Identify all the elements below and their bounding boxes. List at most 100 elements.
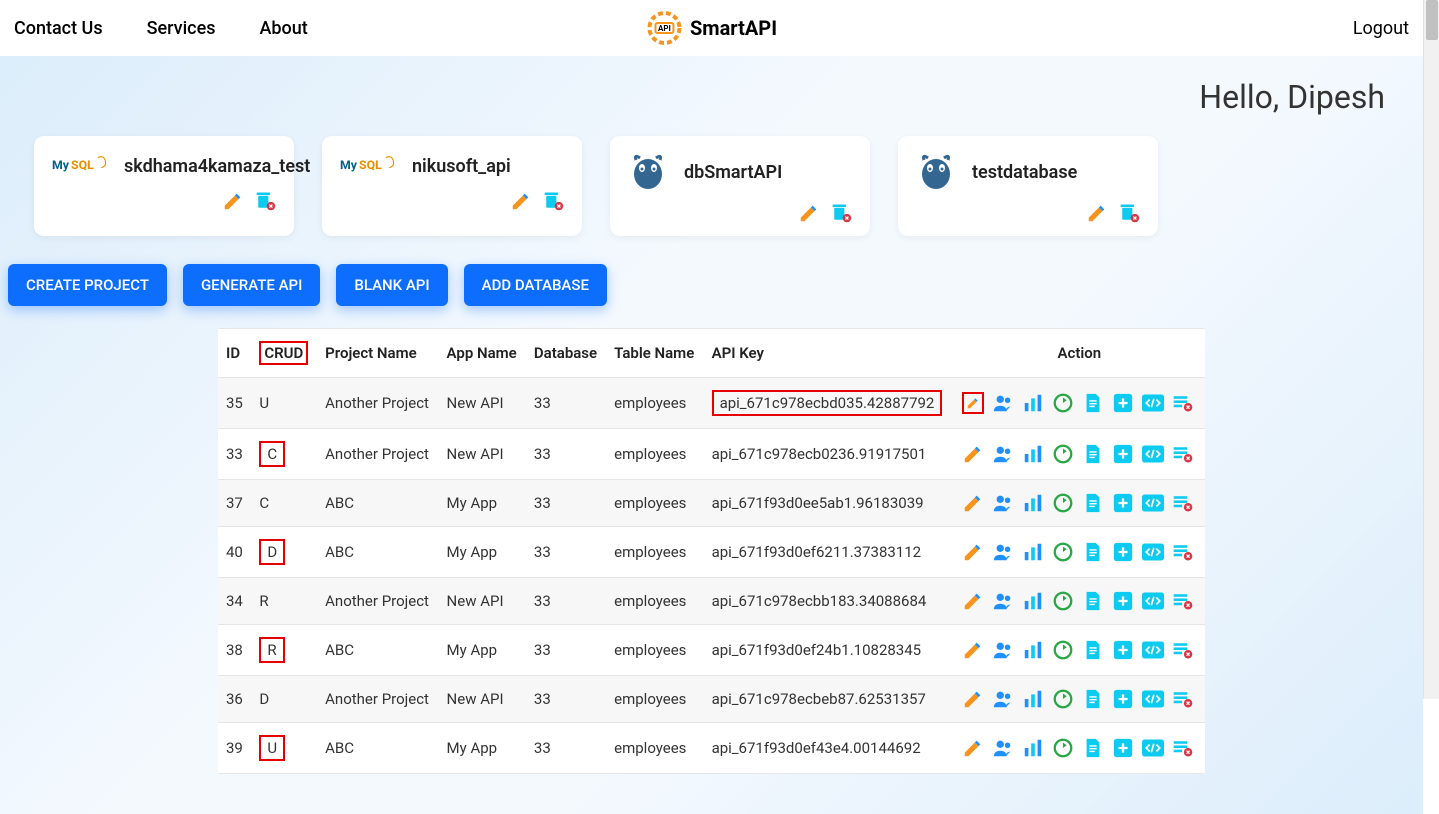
cell-project: Another Project [317, 378, 438, 429]
refresh-icon[interactable] [1052, 443, 1074, 465]
scrollbar-thumb[interactable] [1426, 0, 1438, 40]
database-card[interactable]: dbSmartAPI [610, 136, 870, 236]
delete-row-icon[interactable] [1172, 639, 1194, 661]
delete-icon[interactable] [1118, 202, 1140, 224]
cell-database: 33 [526, 578, 606, 625]
scrollbar[interactable] [1423, 0, 1439, 699]
plus-icon[interactable] [1112, 541, 1134, 563]
cell-project: Another Project [317, 429, 438, 480]
chart-icon[interactable] [1022, 737, 1044, 759]
refresh-icon[interactable] [1052, 688, 1074, 710]
database-card[interactable]: MySQLskdhama4kamaza_test [34, 136, 294, 236]
chart-icon[interactable] [1022, 443, 1044, 465]
code-icon[interactable] [1142, 492, 1164, 514]
delete-icon[interactable] [542, 190, 564, 212]
mysql-icon: MySQL [340, 152, 396, 180]
code-icon[interactable] [1142, 688, 1164, 710]
add-database-button[interactable]: ADD DATABASE [464, 264, 607, 306]
plus-icon[interactable] [1112, 392, 1134, 414]
chart-icon[interactable] [1022, 492, 1044, 514]
code-icon[interactable] [1142, 639, 1164, 661]
document-icon[interactable] [1082, 492, 1104, 514]
users-icon[interactable] [992, 688, 1014, 710]
nav-services[interactable]: Services [147, 18, 216, 39]
edit-icon[interactable] [962, 639, 984, 661]
nav-about[interactable]: About [259, 18, 307, 39]
code-icon[interactable] [1142, 443, 1164, 465]
edit-icon[interactable] [962, 392, 984, 414]
edit-icon[interactable] [962, 590, 984, 612]
create-project-button[interactable]: CREATE PROJECT [8, 264, 167, 306]
edit-icon[interactable] [222, 190, 244, 212]
refresh-icon[interactable] [1052, 392, 1074, 414]
code-icon[interactable] [1142, 737, 1164, 759]
users-icon[interactable] [992, 392, 1014, 414]
document-icon[interactable] [1082, 737, 1104, 759]
cell-action [954, 480, 1205, 527]
refresh-icon[interactable] [1052, 737, 1074, 759]
cell-crud: U [251, 378, 317, 429]
users-icon[interactable] [992, 541, 1014, 563]
action-buttons-row: CREATE PROJECT GENERATE API BLANK API AD… [8, 264, 1415, 328]
delete-icon[interactable] [254, 190, 276, 212]
document-icon[interactable] [1082, 639, 1104, 661]
refresh-icon[interactable] [1052, 541, 1074, 563]
code-icon[interactable] [1142, 590, 1164, 612]
cell-database: 33 [526, 676, 606, 723]
delete-row-icon[interactable] [1172, 541, 1194, 563]
delete-row-icon[interactable] [1172, 688, 1194, 710]
cell-app: My App [439, 480, 526, 527]
plus-icon[interactable] [1112, 492, 1134, 514]
edit-icon[interactable] [1086, 202, 1108, 224]
users-icon[interactable] [992, 443, 1014, 465]
users-icon[interactable] [992, 639, 1014, 661]
postgres-icon [628, 152, 668, 192]
nav-contact[interactable]: Contact Us [14, 18, 103, 39]
plus-icon[interactable] [1112, 639, 1134, 661]
th-app: App Name [439, 329, 526, 378]
chart-icon[interactable] [1022, 639, 1044, 661]
delete-icon[interactable] [830, 202, 852, 224]
document-icon[interactable] [1082, 392, 1104, 414]
table-row: 38RABCMy App33employeesapi_671f93d0ef24b… [218, 625, 1205, 676]
edit-icon[interactable] [962, 492, 984, 514]
edit-icon[interactable] [798, 202, 820, 224]
edit-icon[interactable] [962, 737, 984, 759]
users-icon[interactable] [992, 590, 1014, 612]
plus-icon[interactable] [1112, 590, 1134, 612]
document-icon[interactable] [1082, 688, 1104, 710]
delete-row-icon[interactable] [1172, 590, 1194, 612]
document-icon[interactable] [1082, 443, 1104, 465]
users-icon[interactable] [992, 737, 1014, 759]
th-crud: CRUD [251, 329, 317, 378]
database-card[interactable]: MySQLnikusoft_api [322, 136, 582, 236]
delete-row-icon[interactable] [1172, 492, 1194, 514]
brand[interactable]: API SmartAPI [646, 10, 777, 46]
database-card[interactable]: testdatabase [898, 136, 1158, 236]
delete-row-icon[interactable] [1172, 737, 1194, 759]
plus-icon[interactable] [1112, 737, 1134, 759]
chart-icon[interactable] [1022, 541, 1044, 563]
edit-icon[interactable] [962, 688, 984, 710]
edit-icon[interactable] [962, 443, 984, 465]
code-icon[interactable] [1142, 392, 1164, 414]
refresh-icon[interactable] [1052, 590, 1074, 612]
edit-icon[interactable] [510, 190, 532, 212]
plus-icon[interactable] [1112, 688, 1134, 710]
code-icon[interactable] [1142, 541, 1164, 563]
delete-row-icon[interactable] [1172, 443, 1194, 465]
generate-api-button[interactable]: GENERATE API [183, 264, 320, 306]
chart-icon[interactable] [1022, 392, 1044, 414]
refresh-icon[interactable] [1052, 492, 1074, 514]
document-icon[interactable] [1082, 541, 1104, 563]
document-icon[interactable] [1082, 590, 1104, 612]
refresh-icon[interactable] [1052, 639, 1074, 661]
delete-row-icon[interactable] [1172, 392, 1194, 414]
users-icon[interactable] [992, 492, 1014, 514]
plus-icon[interactable] [1112, 443, 1134, 465]
edit-icon[interactable] [962, 541, 984, 563]
blank-api-button[interactable]: BLANK API [336, 264, 447, 306]
logout-link[interactable]: Logout [1353, 18, 1409, 39]
chart-icon[interactable] [1022, 590, 1044, 612]
chart-icon[interactable] [1022, 688, 1044, 710]
